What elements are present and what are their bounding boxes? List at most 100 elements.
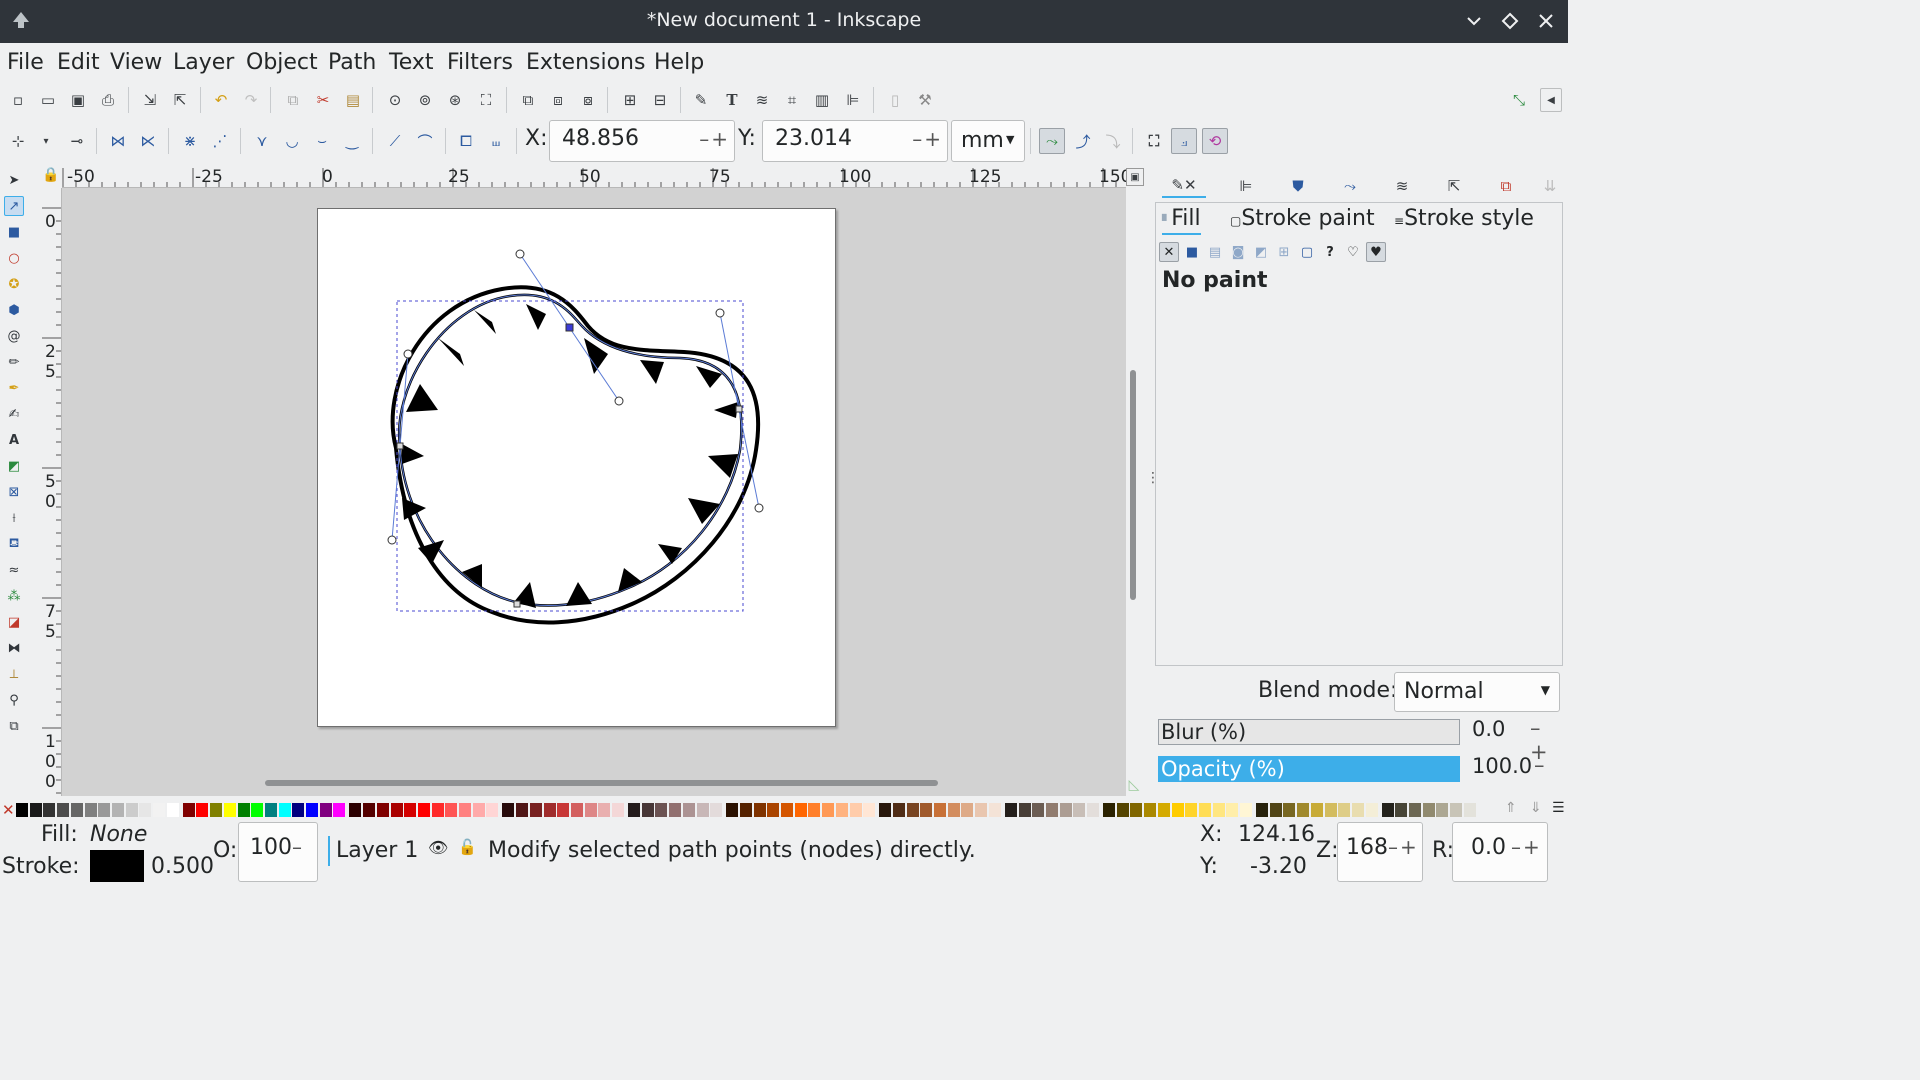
- palette-swatch[interactable]: [223, 803, 236, 817]
- layers-icon[interactable]: ≋: [752, 90, 772, 110]
- calligraphy-tool-icon[interactable]: ✍: [4, 404, 24, 424]
- palette-swatch[interactable]: [1395, 803, 1408, 817]
- tab-stroke-style[interactable]: ≡Stroke style: [1394, 206, 1534, 231]
- fill-rule-evenodd-icon[interactable]: ♡: [1343, 242, 1363, 262]
- palette-swatch[interactable]: [1130, 803, 1143, 817]
- preferences-icon[interactable]: ⚒: [915, 90, 935, 110]
- node-tool-icon[interactable]: ↗: [4, 196, 24, 216]
- menu-file[interactable]: File: [7, 50, 44, 75]
- rotation-field[interactable]: 0.0 –+: [1452, 822, 1548, 882]
- menu-edit[interactable]: Edit: [57, 50, 100, 75]
- text-tool-icon[interactable]: A: [4, 430, 24, 450]
- palette-swatch[interactable]: [153, 803, 165, 817]
- opacity-stepper-icon[interactable]: –: [292, 835, 302, 859]
- xml-editor-icon[interactable]: ⌗: [782, 90, 802, 110]
- palette-swatch[interactable]: [319, 803, 332, 817]
- palette-swatch[interactable]: [404, 803, 417, 817]
- gradient-tool-icon[interactable]: ◩: [4, 456, 24, 476]
- palette-swatch[interactable]: [1365, 803, 1378, 817]
- align-tab-icon[interactable]: ⊫: [1234, 174, 1258, 198]
- align-distribute-icon[interactable]: ⊫: [843, 90, 863, 110]
- palette-swatch[interactable]: [988, 803, 1001, 817]
- zoom-drawing-icon[interactable]: ⊚: [415, 90, 435, 110]
- redo-icon[interactable]: ↷: [241, 90, 261, 110]
- palette-swatch[interactable]: [570, 803, 583, 817]
- menu-text[interactable]: Text: [389, 50, 434, 75]
- palette-swatch[interactable]: [726, 803, 739, 817]
- palette-swatch[interactable]: [1157, 803, 1170, 817]
- palette-swatch[interactable]: [1297, 803, 1310, 817]
- menu-object[interactable]: Object: [246, 50, 318, 75]
- rectangle-tool-icon[interactable]: ■: [4, 222, 24, 242]
- palette-swatch[interactable]: [349, 803, 362, 817]
- import-icon[interactable]: ⇲: [140, 90, 160, 110]
- palette-swatch[interactable]: [1198, 803, 1211, 817]
- menu-help[interactable]: Help: [654, 50, 704, 75]
- palette-swatch[interactable]: [1283, 803, 1296, 817]
- palette-swatch[interactable]: [196, 803, 209, 817]
- tweak-tool-icon[interactable]: ≈: [4, 560, 24, 580]
- rotation-stepper-icon[interactable]: –+: [1511, 835, 1542, 859]
- palette-swatch[interactable]: [1422, 803, 1435, 817]
- blur-spinbox[interactable]: 0.0 –+: [1460, 714, 1558, 764]
- pencil-tool-icon[interactable]: ✏: [4, 352, 24, 372]
- palette-swatch[interactable]: [166, 803, 179, 817]
- break-path-icon[interactable]: ⋉: [138, 131, 158, 151]
- palette-swatch[interactable]: [906, 803, 919, 817]
- palette-swatch[interactable]: [16, 803, 28, 817]
- linear-gradient-icon[interactable]: ▤: [1205, 242, 1225, 262]
- palette-swatch[interactable]: [264, 803, 277, 817]
- palette-swatch[interactable]: [431, 803, 444, 817]
- palette-menu-icon[interactable]: ☰: [1552, 800, 1565, 816]
- palette-scroll-up-icon[interactable]: ⇑: [1505, 800, 1517, 816]
- palette-swatch[interactable]: [1381, 803, 1394, 817]
- palette-swatch[interactable]: [486, 803, 499, 817]
- show-transform-handles-icon[interactable]: ⤳: [1039, 128, 1065, 154]
- palette-swatch[interactable]: [459, 803, 471, 817]
- palette-swatch[interactable]: [863, 803, 876, 817]
- blend-mode-select[interactable]: Normal ▼: [1394, 672, 1560, 712]
- palette-swatch[interactable]: [1351, 803, 1364, 817]
- palette-swatch[interactable]: [753, 803, 766, 817]
- palette-swatch[interactable]: [1338, 803, 1351, 817]
- print-icon[interactable]: ⎙: [98, 90, 118, 110]
- next-path-effect-icon[interactable]: ⤵: [1103, 131, 1123, 151]
- smooth-node-icon[interactable]: ◡: [282, 131, 302, 151]
- palette-swatch[interactable]: [1103, 803, 1115, 817]
- radial-gradient-icon[interactable]: ◙: [1228, 242, 1248, 262]
- delete-segment-icon[interactable]: ⋰: [210, 131, 230, 151]
- drawing-canvas[interactable]: [62, 188, 1126, 796]
- palette-swatch[interactable]: [445, 803, 458, 817]
- palette-swatch[interactable]: [1324, 803, 1337, 817]
- stroke-width-value[interactable]: 0.500: [151, 854, 214, 879]
- palette-swatch[interactable]: [628, 803, 640, 817]
- palette-swatch[interactable]: [1087, 803, 1099, 817]
- palette-swatch[interactable]: [920, 803, 933, 817]
- open-icon[interactable]: ▭: [38, 90, 58, 110]
- segment-line-icon[interactable]: ⟋: [385, 131, 405, 151]
- palette-swatch[interactable]: [1059, 803, 1072, 817]
- opacity-slider[interactable]: Opacity (%): [1158, 756, 1460, 782]
- opacity-spinbox[interactable]: 100.0 –: [1460, 751, 1558, 785]
- pattern-icon[interactable]: ⊞: [1274, 242, 1294, 262]
- connector-tool-icon[interactable]: ⧓: [4, 638, 24, 658]
- palette-swatch[interactable]: [251, 803, 264, 817]
- export-tab-icon[interactable]: ⇱: [1442, 174, 1466, 198]
- maximize-icon[interactable]: [1499, 10, 1521, 32]
- symmetric-node-icon[interactable]: ⌣: [312, 131, 332, 151]
- spiral-tool-icon[interactable]: @: [4, 326, 24, 346]
- x-coordinate-field[interactable]: 48.856 –+: [549, 120, 735, 162]
- palette-swatch[interactable]: [306, 803, 318, 817]
- palette-swatch[interactable]: [210, 803, 223, 817]
- menu-view[interactable]: View: [110, 50, 162, 75]
- snap-toggle-icon[interactable]: ⤡: [1509, 90, 1529, 110]
- palette-swatch[interactable]: [1073, 803, 1086, 817]
- palette-swatch[interactable]: [111, 803, 124, 817]
- dropper-tool-icon[interactable]: ⟊: [4, 508, 24, 528]
- palette-swatch[interactable]: [1171, 803, 1184, 817]
- palette-swatch[interactable]: [516, 803, 529, 817]
- palette-swatch[interactable]: [84, 803, 97, 817]
- horizontal-scrollbar[interactable]: [265, 780, 938, 786]
- palette-swatch[interactable]: [1144, 803, 1157, 817]
- document-properties-icon[interactable]: ▯: [885, 90, 905, 110]
